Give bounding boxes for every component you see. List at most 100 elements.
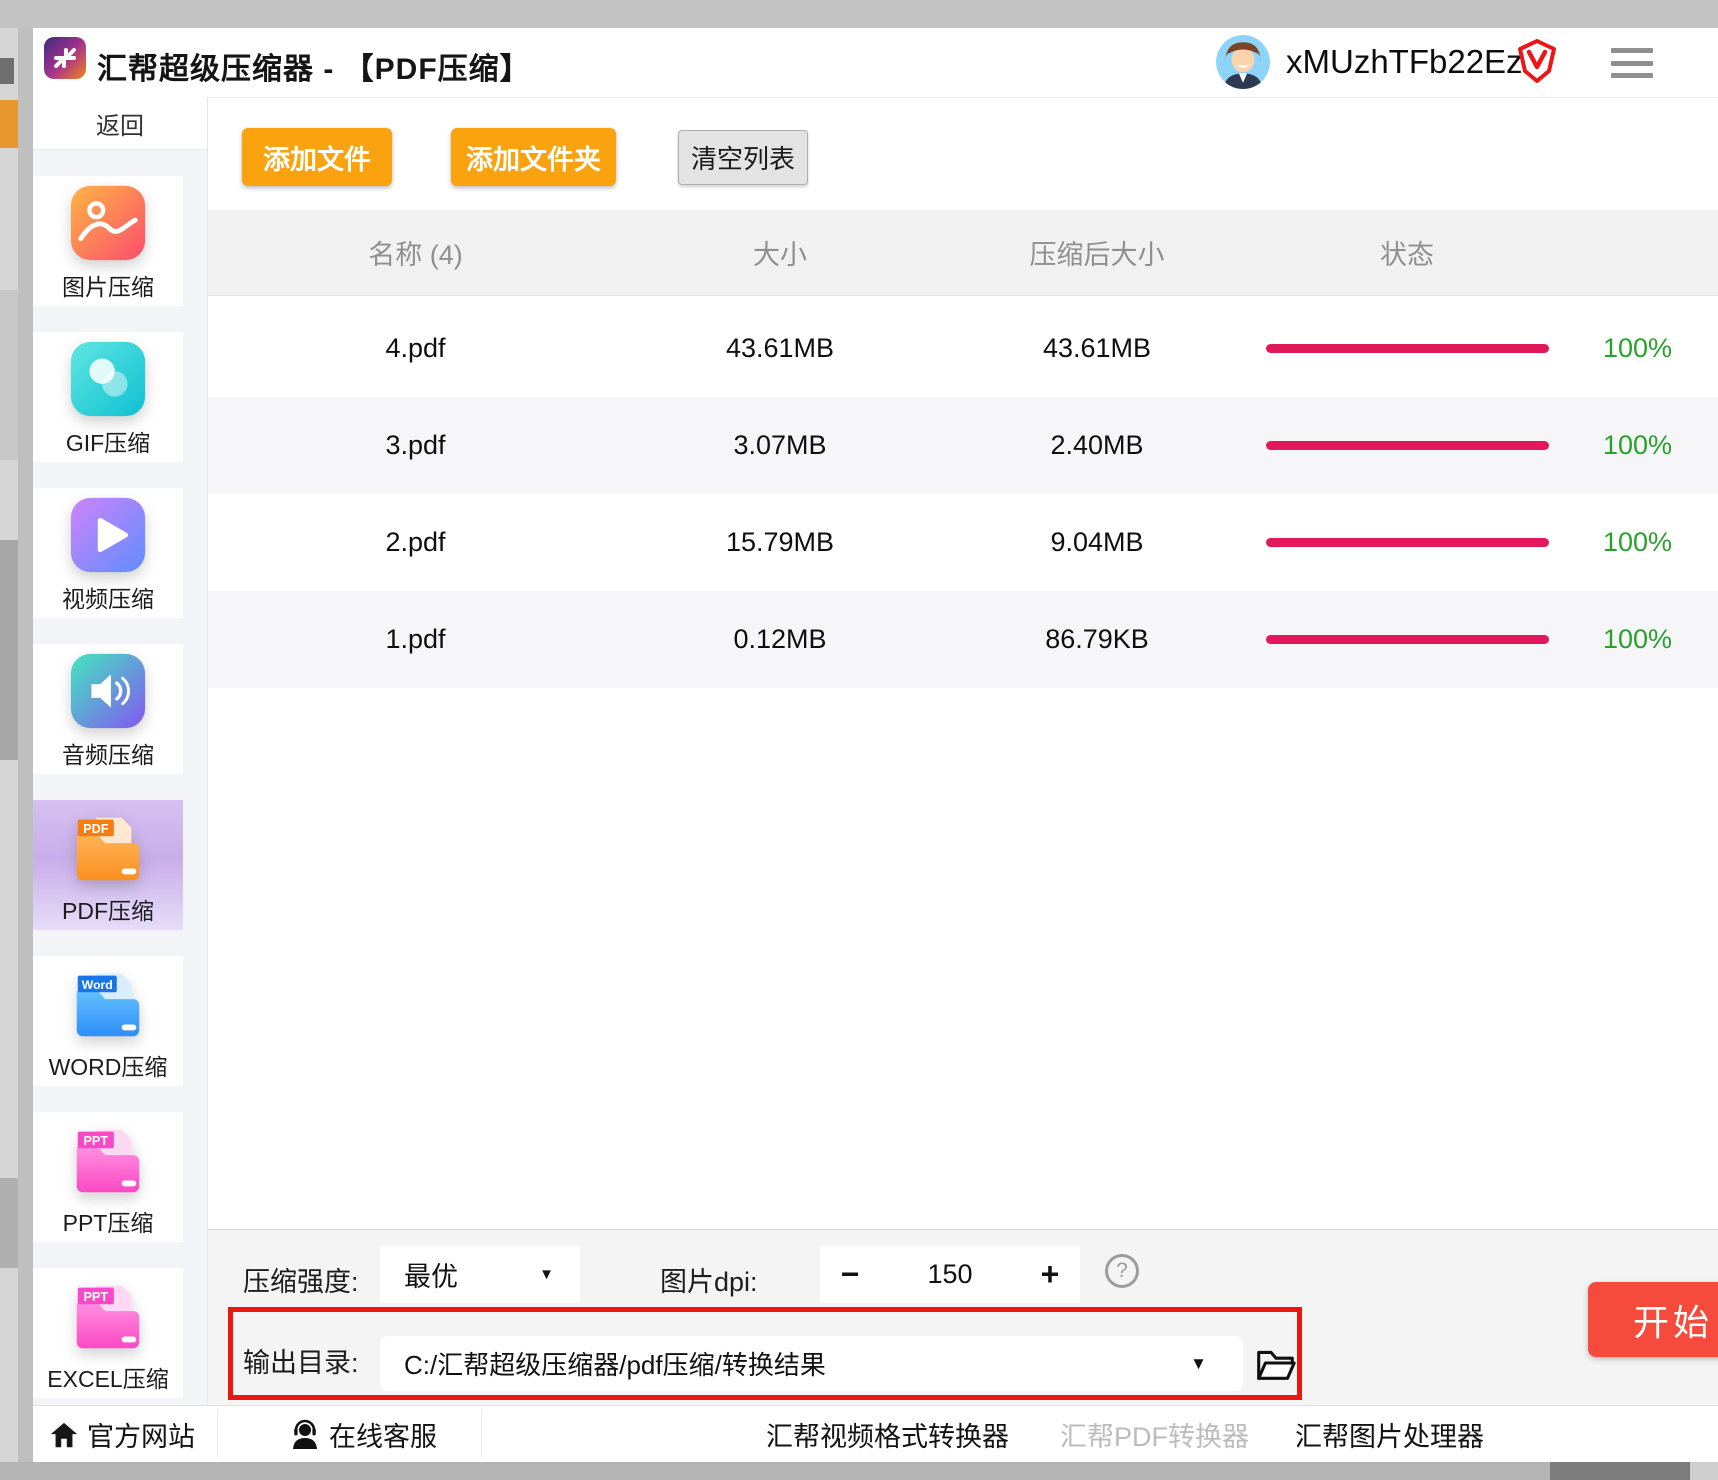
- footer-divider: [217, 1410, 218, 1458]
- file-name: 3.pdf: [385, 430, 446, 460]
- sidebar-item-label: EXCEL压缩: [47, 1366, 169, 1392]
- clear-list-button[interactable]: 清空列表: [678, 130, 808, 185]
- official-site-label: 官方网站: [87, 1422, 195, 1452]
- add-file-button[interactable]: 添加文件: [242, 128, 392, 186]
- taskbar-segment: [1550, 1462, 1690, 1480]
- output-directory-select[interactable]: C:/汇帮超级压缩器/pdf压缩/转换结果 ▼: [380, 1336, 1243, 1391]
- file-size: 43.61MB: [725, 333, 835, 363]
- background-fragment: [0, 58, 14, 84]
- table-row[interactable]: 1.pdf 0.12MB 86.79KB 100%: [208, 591, 1718, 688]
- image-dpi-label: 图片dpi:: [660, 1267, 758, 1297]
- table-row[interactable]: 3.pdf 3.07MB 2.40MB 100%: [208, 397, 1718, 494]
- excel-tag-label: PPT: [83, 1290, 108, 1304]
- background-fragment: [0, 540, 18, 760]
- compression-strength-value: 最优: [404, 1262, 458, 1292]
- background-window-left: [0, 28, 33, 1480]
- file-name: 4.pdf: [385, 333, 446, 363]
- compressed-size: 9.04MB: [1050, 527, 1144, 557]
- dpi-value: 150: [927, 1259, 973, 1289]
- help-icon[interactable]: ?: [1105, 1254, 1139, 1288]
- background-fragment: [0, 100, 18, 148]
- online-support-link[interactable]: 在线客服: [289, 1406, 437, 1463]
- pdf-folder-icon: PDF: [76, 817, 140, 881]
- compressed-size: 43.61MB: [1042, 333, 1152, 363]
- start-button[interactable]: 开始: [1588, 1282, 1718, 1357]
- sidebar-item-label: 视频压缩: [62, 586, 154, 612]
- compressed-size: 2.40MB: [1050, 430, 1144, 460]
- column-header-compressed-size: 压缩后大小: [1029, 240, 1165, 270]
- video-compression-icon: [70, 497, 146, 573]
- dpi-increase-button[interactable]: +: [1020, 1256, 1080, 1293]
- add-folder-button[interactable]: 添加文件夹: [451, 128, 616, 186]
- chevron-down-icon: ▼: [539, 1266, 554, 1283]
- file-size: 15.79MB: [725, 527, 835, 557]
- output-directory-label: 输出目录:: [243, 1348, 359, 1378]
- home-icon: [50, 1422, 78, 1447]
- table-row[interactable]: 4.pdf 43.61MB 43.61MB 100%: [208, 300, 1718, 397]
- word-tag-label: Word: [82, 978, 113, 992]
- app-header: 汇帮超级压缩器 - 【PDF压缩】 xMUzhTFb22Ez: [33, 28, 1718, 98]
- image-dpi-stepper: − 150 +: [820, 1246, 1080, 1303]
- table-row[interactable]: 2.pdf 15.79MB 9.04MB 100%: [208, 494, 1718, 591]
- sidebar-item-word-compression[interactable]: Word WORD压缩: [33, 956, 183, 1086]
- excel-folder-icon: PPT: [76, 1285, 140, 1349]
- online-support-label: 在线客服: [329, 1422, 437, 1452]
- progress-bar: [1265, 538, 1549, 547]
- sidebar-item-pdf-compression[interactable]: PDF PDF压缩: [33, 800, 183, 930]
- chevron-down-icon: ▼: [1190, 1353, 1207, 1373]
- background-window-top: [0, 0, 1718, 28]
- video-converter-link[interactable]: 汇帮视频格式转换器: [766, 1406, 1009, 1463]
- customer-service-icon: [293, 1419, 317, 1449]
- app-logo-icon: [44, 37, 86, 79]
- progress-percent: 100%: [1602, 333, 1673, 363]
- progress-bar: [1265, 441, 1549, 450]
- audio-compression-icon: [70, 653, 146, 729]
- sidebar-item-label: GIF压缩: [65, 430, 151, 456]
- file-size: 0.12MB: [733, 624, 827, 654]
- vip-badge-icon[interactable]: [1517, 39, 1557, 83]
- file-size: 3.07MB: [733, 430, 827, 460]
- window-title: 汇帮超级压缩器 - 【PDF压缩】: [97, 53, 531, 86]
- background-fragment: [0, 1178, 18, 1268]
- ppt-tag-label: PPT: [83, 1134, 108, 1148]
- progress-percent: 100%: [1602, 430, 1673, 460]
- image-compression-icon: [70, 185, 146, 261]
- official-site-link[interactable]: 官方网站: [49, 1406, 195, 1463]
- taskbar-strip: [0, 1462, 1718, 1480]
- file-name: 2.pdf: [385, 527, 446, 557]
- gif-compression-icon: [70, 341, 146, 417]
- back-button[interactable]: 返回: [33, 97, 207, 150]
- image-processor-link[interactable]: 汇帮图片处理器: [1295, 1406, 1484, 1463]
- sidebar-item-ppt-compression[interactable]: PPT PPT压缩: [33, 1112, 183, 1242]
- compression-strength-select[interactable]: 最优 ▼: [380, 1246, 580, 1303]
- table-header: 名称 (4) 大小 压缩后大小 状态: [208, 210, 1718, 296]
- hamburger-menu-icon[interactable]: [1611, 48, 1653, 78]
- sidebar-item-audio-compression[interactable]: 音频压缩: [33, 644, 183, 774]
- progress-percent: 100%: [1602, 624, 1673, 654]
- progress-percent: 100%: [1602, 527, 1673, 557]
- footer-divider: [481, 1410, 482, 1458]
- column-header-status: 状态: [1380, 240, 1434, 270]
- sidebar-item-label: PPT压缩: [62, 1210, 154, 1236]
- dpi-decrease-button[interactable]: −: [820, 1256, 880, 1293]
- taskbar-segment: [1690, 1462, 1718, 1480]
- pdf-converter-link[interactable]: 汇帮PDF转换器: [1060, 1406, 1249, 1463]
- column-header-name: 名称 (4): [368, 240, 463, 270]
- footer: 官方网站 在线客服 汇帮视频格式转换器 汇帮PDF转换器 汇帮图片处理器: [33, 1405, 1718, 1462]
- compression-strength-label: 压缩强度:: [243, 1267, 359, 1297]
- sidebar-item-excel-compression[interactable]: PPT EXCEL压缩: [33, 1268, 183, 1398]
- sidebar-item-gif-compression[interactable]: GIF压缩: [33, 332, 183, 462]
- sidebar-item-video-compression[interactable]: 视频压缩: [33, 488, 183, 618]
- browse-folder-icon[interactable]: [1252, 1340, 1298, 1386]
- avatar[interactable]: [1216, 35, 1270, 89]
- progress-bar: [1265, 344, 1549, 353]
- sidebar-item-label: PDF压缩: [62, 898, 154, 924]
- output-directory-path: C:/汇帮超级压缩器/pdf压缩/转换结果: [404, 1350, 826, 1380]
- word-folder-icon: Word: [76, 973, 140, 1037]
- ppt-folder-icon: PPT: [76, 1129, 140, 1193]
- column-header-size: 大小: [753, 240, 807, 270]
- username[interactable]: xMUzhTFb22Ez: [1286, 43, 1523, 81]
- progress-bar: [1265, 635, 1549, 644]
- sidebar-item-image-compression[interactable]: 图片压缩: [33, 176, 183, 306]
- pdf-tag-label: PDF: [83, 822, 109, 836]
